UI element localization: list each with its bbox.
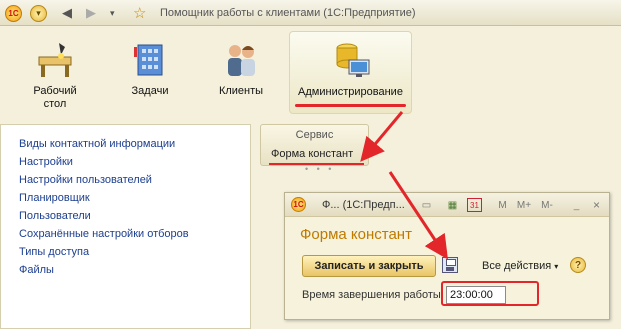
constants-form-link[interactable]: Форма констант — [271, 148, 353, 160]
all-actions-label: Все действия — [482, 260, 552, 272]
save-and-close-button[interactable]: Записать и закрыть — [302, 255, 436, 277]
resize-dots: • • • — [305, 164, 335, 174]
nav-access-types[interactable]: Типы доступа — [19, 246, 89, 258]
favorites-star-icon[interactable]: ☆ — [133, 4, 146, 22]
all-actions-menu[interactable]: Все действия ▾ — [482, 260, 558, 272]
document-icon[interactable]: ▭ — [419, 198, 434, 212]
main-menu-button[interactable]: ▾ — [30, 4, 47, 22]
nav-users[interactable]: Пользователи — [19, 210, 91, 222]
calendar-icon[interactable]: 31 — [467, 198, 482, 212]
end-time-label: Время завершения работы: — [302, 289, 444, 301]
tasks-icon — [130, 39, 170, 79]
nav-files[interactable]: Файлы — [19, 264, 54, 276]
nav-saved-filter-settings[interactable]: Сохранённые настройки отборов — [19, 228, 189, 240]
form-window-title: Ф... (1С:Предп... — [322, 199, 405, 211]
section-tasks[interactable]: Задачи — [115, 31, 185, 111]
memory-minus-button[interactable]: M- — [538, 198, 556, 212]
service-title: Сервис — [295, 129, 334, 141]
help-icon[interactable]: ? — [570, 257, 586, 273]
back-arrow-icon[interactable]: ◀ — [62, 4, 72, 22]
calculator-icon[interactable]: ▦ — [445, 198, 460, 212]
memory-plus-button[interactable]: M+ — [515, 198, 533, 212]
form-logo-icon: 1С — [291, 197, 306, 212]
service-menu: Сервис Форма констант — [260, 124, 369, 166]
navigation-panel: Виды контактной информации Настройки Нас… — [0, 124, 251, 329]
minimize-icon[interactable]: _ — [569, 198, 584, 212]
app-logo-icon[interactable]: 1С — [5, 4, 22, 22]
section-desktop[interactable]: Рабочий стол — [20, 31, 90, 111]
admin-highlight-underline — [295, 104, 406, 107]
nav-contact-info-types[interactable]: Виды контактной информации — [19, 138, 175, 150]
nav-user-settings[interactable]: Настройки пользователей — [19, 174, 152, 186]
end-time-highlight — [441, 281, 539, 306]
desk-icon — [35, 39, 75, 79]
window-title: Помощник работы с клиентами (1С:Предприя… — [160, 7, 416, 19]
section-clients[interactable]: Клиенты — [206, 31, 276, 111]
nav-settings[interactable]: Настройки — [19, 156, 73, 168]
save-icon[interactable] — [442, 257, 458, 273]
form-header: Форма констант — [300, 226, 412, 243]
arrow-admin-to-service — [360, 111, 404, 162]
forward-arrow-icon[interactable]: ▶ — [86, 4, 96, 22]
admin-icon — [331, 40, 371, 80]
section-administration[interactable]: Администрирование — [289, 31, 412, 114]
nav-scheduler[interactable]: Планировщик — [19, 192, 90, 204]
clients-icon — [221, 39, 261, 79]
form-title-bar: 1С Ф... (1С:Предп... ▭ ▦ 31 M M+ M- _ × — [285, 193, 609, 217]
memory-m-button[interactable]: M — [495, 198, 510, 212]
title-bar: 1С ▾ ◀ ▶ ▾ ☆ Помощник работы с клиентами… — [0, 0, 621, 26]
close-icon[interactable]: × — [589, 198, 604, 212]
chevron-down-icon: ▾ — [554, 262, 559, 271]
sections-panel: Рабочий стол Задачи Клиенты Администриро… — [0, 27, 621, 115]
history-dropdown-icon[interactable]: ▾ — [110, 4, 115, 22]
